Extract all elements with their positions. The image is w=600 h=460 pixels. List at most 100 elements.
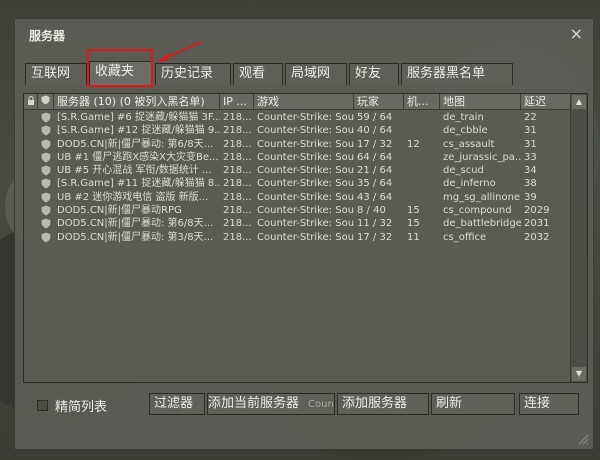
cell-ip: 218... (223, 138, 252, 150)
server-row[interactable]: DOD5.CN|新|僵尸暴动: 第6/8天... 218... Counter-St… (24, 138, 571, 151)
cell-bots: 15 (407, 218, 420, 230)
tab-friends[interactable]: 好友 (349, 63, 399, 85)
cell-server-name: DOD5.CN|新|僵尸暴动: 第6/8天... (57, 218, 214, 230)
cell-ip: 218... (223, 151, 252, 163)
connect-button[interactable]: 连接 (519, 393, 579, 415)
cell-server-name: [S.R.Game] #6 捉迷藏/躲猫猫 3F... (57, 112, 220, 123)
cell-game: Counter-Strike: Sou... (257, 205, 354, 217)
column-map[interactable]: 地图 (440, 94, 521, 110)
column-players[interactable]: 玩家 (354, 94, 404, 110)
refresh-button[interactable]: 刷新 (431, 393, 515, 415)
cell-server-name: DOD5.CN|新|僵尸暴动RPG (57, 205, 182, 217)
cell-latency: 38 (524, 178, 537, 190)
cell-map: cs_office (443, 231, 487, 243)
shield-icon (41, 205, 51, 216)
cell-game: Counter-Strike: Sou... (257, 151, 354, 163)
cell-server-name: [S.R.Game] #12 捉迷藏/躲猫猫 9... (57, 125, 220, 137)
window-title: 服务器 (29, 29, 66, 43)
cell-server-name: DOD5.CN|新|僵尸暴动: 第3/8天... (57, 231, 214, 243)
scroll-up-icon[interactable]: ▲ (572, 95, 586, 109)
compact-list-checkbox[interactable] (37, 400, 48, 411)
cell-players: 11 / 32 (357, 218, 393, 230)
cell-latency: 2031 (524, 218, 550, 230)
cell-server-name: [S.R.Game] #11 捉迷藏/躲猫猫 8... (57, 178, 220, 190)
arrow-annotation-icon (157, 41, 202, 62)
shield-icon (41, 165, 51, 176)
tab-lan[interactable]: 局域网 (285, 63, 347, 85)
cell-game: Counter-Strike: Sou... (257, 125, 354, 137)
column-servers[interactable]: 服务器 (10) (0 被列入黑名单) (54, 94, 220, 110)
server-row[interactable]: DOD5.CN|新|僵尸暴动RPG 218... Counter-Strike: S… (24, 204, 571, 217)
cell-latency: 34 (524, 165, 537, 177)
server-list[interactable]: 服务器 (10) (0 被列入黑名单) IP ... 游戏 玩家 机... 地图… (23, 93, 588, 383)
shield-icon (41, 112, 51, 123)
column-shield[interactable] (38, 94, 54, 110)
cell-map: de_train (443, 112, 484, 123)
server-rows: [S.R.Game] #6 捉迷藏/躲猫猫 3F... 218... Counter… (24, 111, 571, 244)
cell-latency: 31 (524, 125, 537, 137)
server-row[interactable]: UB #2 迷你游戏电信 盗版 新版... 218... Counter-Strik… (24, 191, 571, 204)
server-row[interactable]: [S.R.Game] #11 捉迷藏/躲猫猫 8... 218... Counter… (24, 177, 571, 190)
server-row[interactable]: DOD5.CN|新|僵尸暴动: 第3/8天... 218... Counter-St… (24, 231, 571, 244)
cell-players: 40 / 64 (357, 125, 393, 137)
cell-server-name: UB #1 僵尸逃跑X感染X大灾变Be... (57, 151, 219, 163)
add-server-button[interactable]: 添加服务器 (337, 393, 429, 415)
cell-game: Counter-Strike: Sou... (257, 231, 354, 243)
column-bots[interactable]: 机... (404, 94, 440, 110)
cell-ip: 218... (223, 125, 252, 137)
cell-players: 17 / 32 (357, 231, 393, 243)
cell-ip: 218... (223, 218, 252, 230)
server-row[interactable]: [S.R.Game] #12 捉迷藏/躲猫猫 9... 218... Counter… (24, 124, 571, 137)
cell-players: 64 / 64 (357, 151, 393, 163)
cell-latency: 31 (524, 138, 537, 150)
shield-icon (41, 139, 51, 150)
tab-blacklist[interactable]: 服务器黑名单 (401, 63, 513, 85)
cell-latency: 33 (524, 151, 537, 163)
cell-latency: 2032 (524, 231, 550, 243)
cell-bots: 15 (407, 205, 420, 217)
close-icon[interactable]: × (570, 24, 583, 43)
cell-server-name: DOD5.CN|新|僵尸暴动: 第6/8天... (57, 138, 214, 150)
resize-grip-icon[interactable] (577, 433, 589, 445)
compact-list-label: 精简列表 (55, 400, 108, 415)
cell-game: Counter-Strike: Sou... (257, 112, 354, 123)
scroll-down-icon[interactable]: ▼ (572, 367, 586, 381)
cell-latency: 39 (524, 191, 537, 203)
cell-game: Counter-Strike: Sou... (257, 178, 354, 190)
cell-latency: 2029 (524, 205, 550, 217)
vertical-scrollbar[interactable]: ▲ ▼ (570, 94, 587, 382)
cell-map: mg_sg_allinone... (443, 191, 521, 203)
cell-players: 35 / 64 (357, 178, 393, 190)
cell-ip: 218... (223, 165, 252, 177)
cell-map: de_inferno (443, 178, 496, 190)
filter-button[interactable]: 过滤器 (149, 393, 205, 415)
add-current-server-label[interactable]: 添加当前服务器 (208, 394, 299, 414)
shield-icon (41, 192, 51, 203)
cell-server-name: UB #2 迷你游戏电信 盗版 新版... (57, 191, 209, 203)
cell-players: 8 / 40 (357, 205, 386, 217)
cell-game: Counter-Strike: Sou... (257, 138, 354, 150)
server-row[interactable]: UB #1 僵尸逃跑X感染X大灾变Be... 218... Counter-Stri… (24, 151, 571, 164)
server-row[interactable]: UB #5 开心混战 军衔/数据统计 ... 218... Counter-Stri… (24, 164, 571, 177)
column-game[interactable]: 游戏 (254, 94, 354, 110)
server-row[interactable]: [S.R.Game] #6 捉迷藏/躲猫猫 3F... 218... Counter… (24, 111, 571, 124)
tab-history[interactable]: 历史记录 (155, 63, 231, 85)
cell-ip: 218... (223, 231, 252, 243)
tab-spectate[interactable]: 观看 (233, 63, 283, 85)
tab-internet[interactable]: 互联网 (25, 63, 87, 85)
server-row[interactable]: DOD5.CN|新|僵尸暴动: 第6/8天... 218... Counter-St… (24, 217, 571, 230)
column-ip[interactable]: IP ... (220, 94, 254, 110)
shield-icon (41, 152, 51, 163)
column-lock[interactable] (24, 94, 38, 110)
cell-map: de_cbble (443, 125, 488, 137)
cell-map: cs_compound (443, 205, 512, 217)
cell-players: 17 / 32 (357, 138, 393, 150)
shield-icon (41, 218, 51, 229)
cell-server-name: UB #5 开心混战 军衔/数据统计 ... (57, 165, 212, 177)
tab-favorites[interactable]: 收藏夹 (89, 61, 153, 85)
cell-players: 43 / 64 (357, 191, 393, 203)
shield-icon (41, 179, 51, 189)
column-latency[interactable]: 延迟 (521, 94, 571, 110)
shield-icon (41, 232, 51, 243)
servers-dialog: 服务器 × 互联网 收藏夹 历史记录 观看 局域网 好友 服务器黑名单 服务器 … (14, 18, 594, 450)
